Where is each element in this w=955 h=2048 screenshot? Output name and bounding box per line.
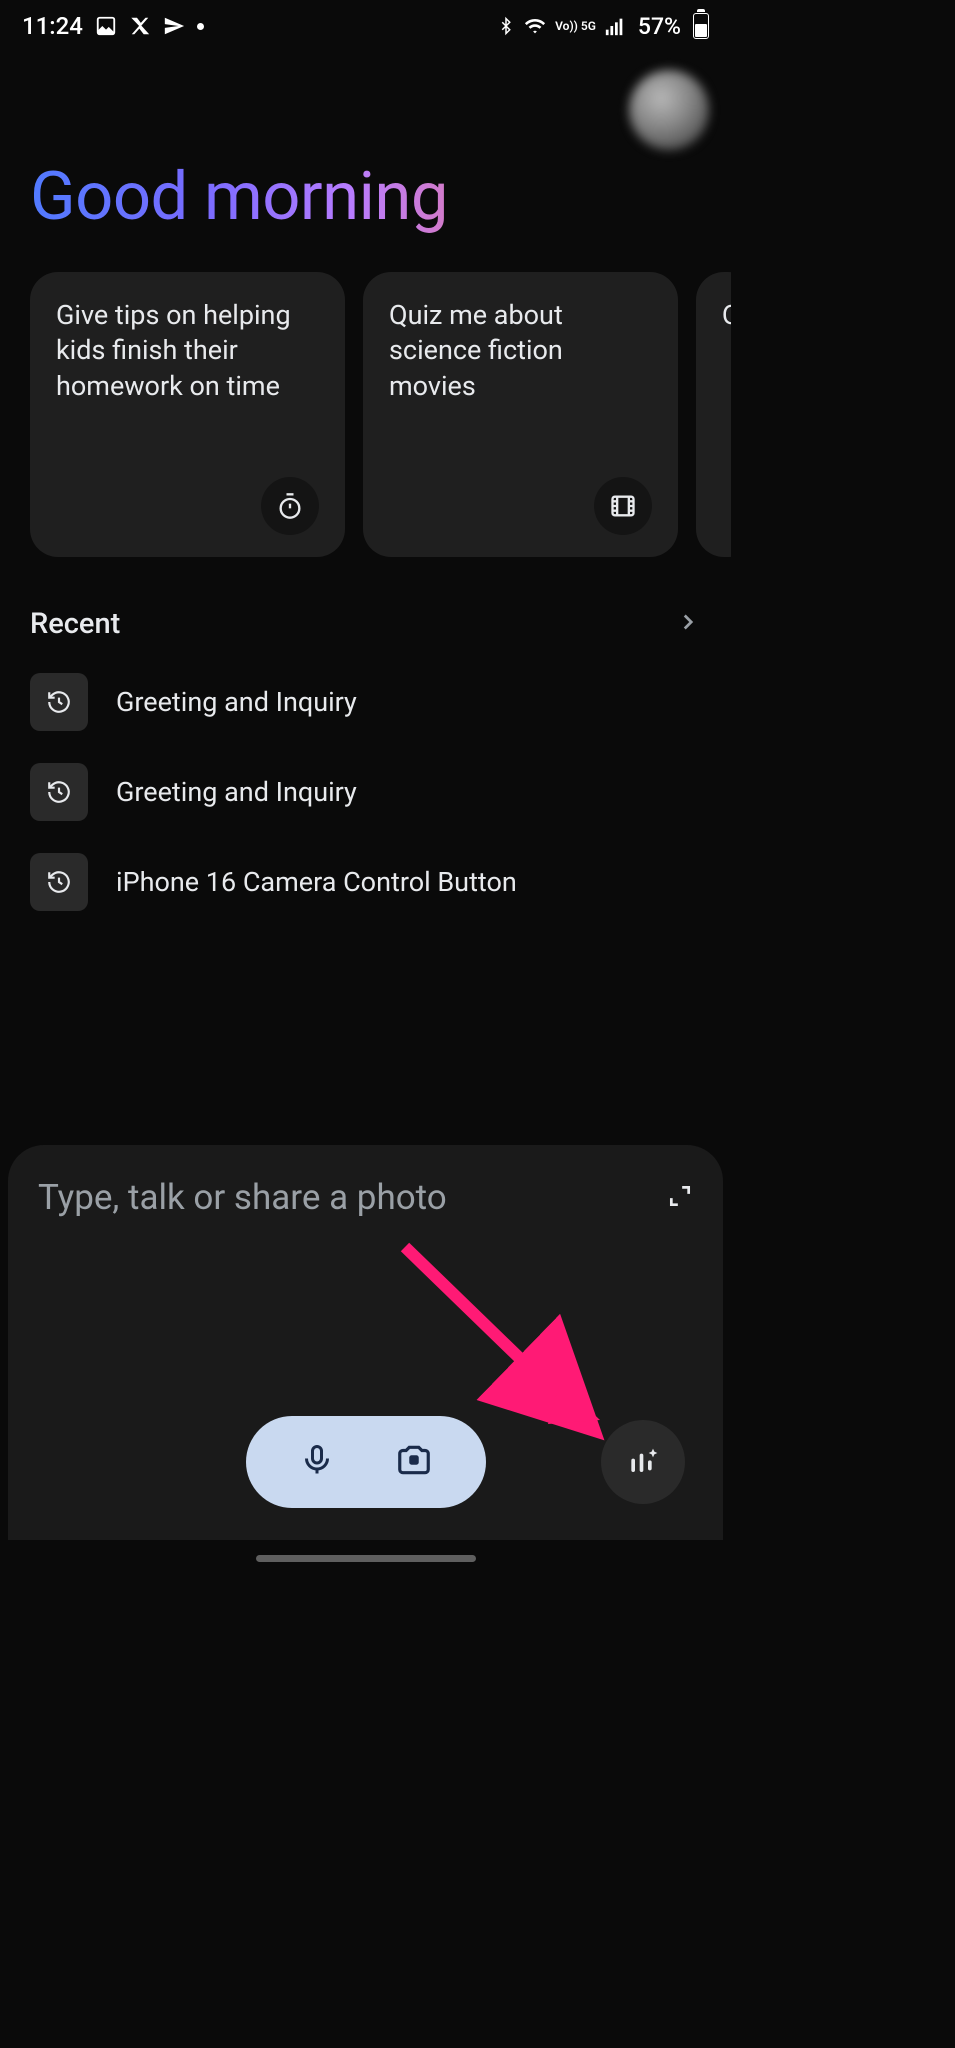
- camera-icon[interactable]: [395, 1441, 433, 1483]
- suggestion-card[interactable]: Q: [696, 272, 731, 557]
- bluetooth-icon: [497, 15, 515, 37]
- profile-avatar[interactable]: [629, 70, 709, 150]
- microphone-icon[interactable]: [299, 1442, 335, 1482]
- signal-icon: [604, 15, 626, 37]
- suggestion-text: Quiz me about science fiction movies: [389, 298, 652, 403]
- suggestion-card[interactable]: Give tips on helping kids finish their h…: [30, 272, 345, 557]
- suggestion-text: Give tips on helping kids finish their h…: [56, 298, 319, 403]
- suggestion-card[interactable]: Quiz me about science fiction movies: [363, 272, 678, 557]
- recent-item-label: iPhone 16 Camera Control Button: [116, 866, 517, 898]
- history-icon: [30, 853, 88, 911]
- network-label: Vo)) 5G: [555, 20, 596, 32]
- recent-item[interactable]: Greeting and Inquiry: [30, 763, 701, 821]
- history-icon: [30, 763, 88, 821]
- timer-icon: [261, 477, 319, 535]
- chevron-right-icon[interactable]: [675, 609, 701, 639]
- status-time: 11:24: [22, 12, 83, 40]
- expand-icon[interactable]: [667, 1183, 693, 1213]
- input-bar[interactable]: Type, talk or share a photo: [8, 1145, 723, 1540]
- recent-section: Recent Greeting and Inquiry Greeting and…: [0, 557, 731, 911]
- recent-item[interactable]: Greeting and Inquiry: [30, 673, 701, 731]
- battery-icon: [693, 13, 709, 39]
- home-indicator[interactable]: [256, 1555, 476, 1562]
- suggestion-text: Q: [722, 298, 730, 333]
- sparkle-button[interactable]: [601, 1420, 685, 1504]
- image-icon: [95, 15, 117, 37]
- recent-title: Recent: [30, 607, 120, 641]
- movie-icon: [594, 477, 652, 535]
- more-dot-icon: [197, 23, 204, 30]
- recent-header[interactable]: Recent: [30, 607, 701, 641]
- recent-item[interactable]: iPhone 16 Camera Control Button: [30, 853, 701, 911]
- wifi-icon: [523, 15, 547, 37]
- suggestion-cards-row[interactable]: Give tips on helping kids finish their h…: [0, 272, 731, 557]
- recent-item-label: Greeting and Inquiry: [116, 776, 357, 808]
- voice-camera-pill: [246, 1416, 486, 1508]
- status-left: 11:24: [22, 12, 204, 40]
- recent-list: Greeting and Inquiry Greeting and Inquir…: [30, 673, 701, 911]
- status-right: Vo)) 5G 57%: [497, 13, 709, 40]
- status-bar: 11:24 Vo)) 5G 57%: [0, 0, 731, 52]
- battery-percent: 57%: [638, 13, 681, 40]
- recent-item-label: Greeting and Inquiry: [116, 686, 357, 718]
- input-placeholder[interactable]: Type, talk or share a photo: [38, 1177, 447, 1218]
- send-icon: [163, 15, 185, 37]
- x-icon: [129, 15, 151, 37]
- greeting-title: Good morning: [0, 52, 731, 272]
- history-icon: [30, 673, 88, 731]
